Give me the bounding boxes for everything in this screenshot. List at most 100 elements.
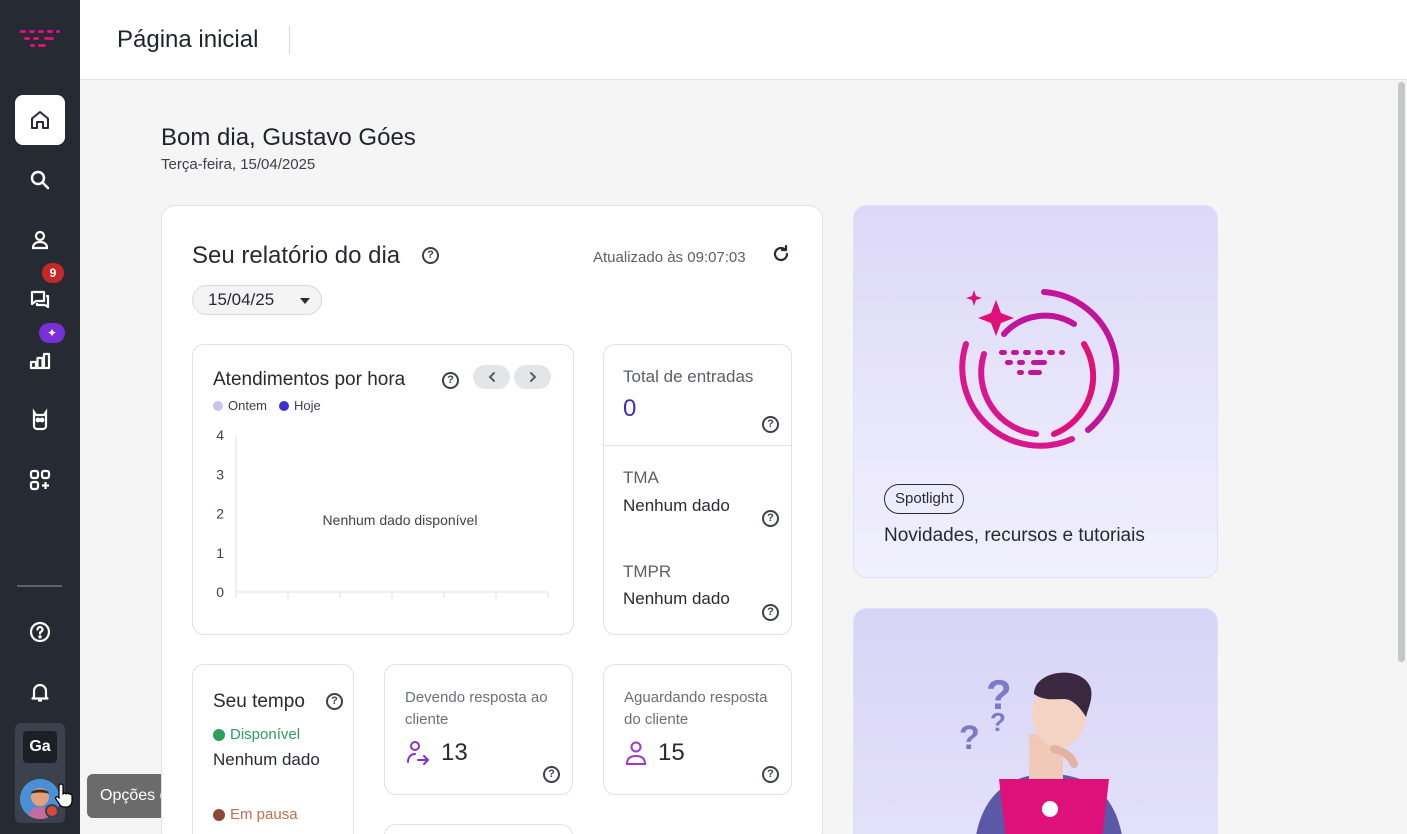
sidebar-item-conversations[interactable]: 9 xyxy=(15,263,65,325)
hourly-attendance-card: Atendimentos por hora ? Ontem Hoje 4 3 2 1 0… xyxy=(192,344,574,635)
legend-swatch-ontem xyxy=(213,400,223,411)
awaiting-client-card[interactable]: Aguardando resposta do cliente 15 ? xyxy=(603,664,792,795)
top-bar: Página inicial xyxy=(80,0,1407,80)
help-circle-icon xyxy=(29,621,51,643)
person-icon xyxy=(31,230,49,250)
awaiting-client-label: Aguardando resposta do cliente xyxy=(624,689,768,728)
pending-client-value-row: 13 xyxy=(405,739,468,767)
available-value: Nenhum dado xyxy=(213,750,320,769)
tmpr-label: TMPR xyxy=(623,562,672,581)
y-tick-label: 4 xyxy=(216,427,224,443)
brand-logo-icon[interactable] xyxy=(18,26,62,56)
sidebar-item-reports[interactable]: ✦ xyxy=(15,323,65,385)
sidebar-item-notifications[interactable] xyxy=(15,667,65,717)
spotlight-description: Novidades, recursos e tutoriais xyxy=(884,525,1145,546)
hourly-help-icon[interactable]: ? xyxy=(442,372,459,389)
status-paused: Em pausa xyxy=(213,806,298,823)
sidebar-divider xyxy=(17,585,62,587)
refresh-icon[interactable] xyxy=(771,244,791,264)
svg-text:?: ? xyxy=(990,707,1006,737)
paused-label: Em pausa xyxy=(230,806,298,823)
bell-icon xyxy=(31,683,49,702)
y-tick-label: 2 xyxy=(216,506,224,522)
sidebar-item-home[interactable] xyxy=(15,95,65,145)
entries-help-icon[interactable]: ? xyxy=(762,416,779,433)
chart-empty-message: Nenhum dado disponível xyxy=(323,512,478,528)
tma-label: TMA xyxy=(623,468,659,487)
paused-dot xyxy=(213,808,225,821)
date-select[interactable]: 15/04/25 xyxy=(192,285,322,315)
hourly-chart: 4 3 2 1 0 Nenhum dado disponível xyxy=(216,427,549,600)
svg-text:?: ? xyxy=(959,719,980,757)
y-tick-label: 1 xyxy=(216,545,224,561)
caret-down-icon xyxy=(300,298,310,304)
total-entries-value: 0 xyxy=(623,395,637,422)
awaiting-client-value-row: 15 xyxy=(624,739,685,767)
page-title: Página inicial xyxy=(117,26,259,53)
search-icon xyxy=(30,170,50,190)
date-select-value: 15/04/25 xyxy=(208,290,275,309)
y-tick-label: 0 xyxy=(216,584,224,600)
pending-client-label: Devendo resposta ao cliente xyxy=(405,689,548,728)
sidebar-item-apps[interactable] xyxy=(15,455,65,505)
hourly-chart-title: Atendimentos por hora xyxy=(213,369,406,390)
title-divider xyxy=(289,26,290,54)
hand-cursor-icon xyxy=(55,783,73,808)
pending-client-value: 13 xyxy=(441,739,468,766)
sparkle-badge: ✦ xyxy=(39,323,65,343)
person-outline-icon xyxy=(625,741,647,765)
awaiting-client-value: 15 xyxy=(658,739,685,766)
greeting-date: Terça-feira, 15/04/2025 xyxy=(161,156,316,173)
chart-prev-button[interactable] xyxy=(473,365,510,389)
partial-card xyxy=(384,824,573,834)
pending-help-icon[interactable]: ? xyxy=(543,766,560,783)
time-help-icon[interactable]: ? xyxy=(326,693,343,710)
available-dot xyxy=(213,728,225,741)
person-arrow-icon xyxy=(407,741,429,765)
available-label: Disponível xyxy=(230,726,301,743)
stats-card: Total de entradas 0 ? TMA Nenhum dado ? … xyxy=(603,344,792,635)
status-available: Disponível xyxy=(213,726,300,743)
daily-report-card: Seu relatório do dia ? Atualizado às 09:… xyxy=(161,205,823,834)
chevron-right-icon xyxy=(529,372,536,382)
sidebar: 9 ✦ Ga xyxy=(0,0,80,834)
stats-divider xyxy=(604,445,792,446)
apps-add-icon xyxy=(29,469,51,491)
agent-initials: Ga xyxy=(23,731,57,763)
sidebar-item-search[interactable] xyxy=(15,155,65,205)
sidebar-item-bots[interactable] xyxy=(15,395,65,445)
chevron-left-icon xyxy=(488,372,495,382)
legend-item-ontem: Ontem xyxy=(213,398,267,413)
report-help-icon[interactable]: ? xyxy=(422,247,439,264)
tmpr-help-icon[interactable]: ? xyxy=(762,604,779,621)
spotlight-logo-icon xyxy=(959,289,1120,449)
y-tick-label: 3 xyxy=(216,466,224,482)
bar-chart-icon xyxy=(29,352,51,370)
sidebar-item-help[interactable] xyxy=(15,607,65,657)
tma-value: Nenhum dado xyxy=(623,496,730,515)
awaiting-help-icon[interactable]: ? xyxy=(762,766,779,783)
your-time-card: Seu tempo ? Disponível Nenhum dado Em pa… xyxy=(192,664,354,834)
unread-badge: 9 xyxy=(42,263,64,283)
total-entries-label: Total de entradas xyxy=(623,367,754,386)
sidebar-item-contacts[interactable] xyxy=(15,215,65,265)
thinking-person-illustration-icon: ? ? ? xyxy=(959,671,1122,834)
bot-icon xyxy=(32,408,48,431)
spotlight-tag: Spotlight xyxy=(884,484,965,514)
chart-legend: Ontem Hoje xyxy=(213,398,333,413)
pending-client-card[interactable]: Devendo resposta ao cliente 13 ? xyxy=(384,664,573,795)
report-title: Seu relatório do dia xyxy=(192,242,401,269)
page-scrollbar[interactable] xyxy=(1398,82,1405,662)
tmpr-value: Nenhum dado xyxy=(623,589,730,608)
agent-options[interactable]: Ga xyxy=(15,723,65,823)
spotlight-card[interactable]: Spotlight Novidades, recursos e tutoriai… xyxy=(853,205,1218,578)
tma-help-icon[interactable]: ? xyxy=(762,510,779,527)
chart-next-button[interactable] xyxy=(514,365,551,389)
greeting-title: Bom dia, Gustavo Góes xyxy=(161,124,416,151)
chat-icon xyxy=(30,290,50,309)
legend-label-ontem: Ontem xyxy=(228,398,268,413)
help-illustration-card[interactable]: ? ? ? xyxy=(853,608,1218,834)
updated-timestamp: Atualizado às 09:07:03 xyxy=(593,249,746,266)
legend-swatch-hoje xyxy=(279,400,290,411)
your-time-title: Seu tempo xyxy=(213,691,305,712)
